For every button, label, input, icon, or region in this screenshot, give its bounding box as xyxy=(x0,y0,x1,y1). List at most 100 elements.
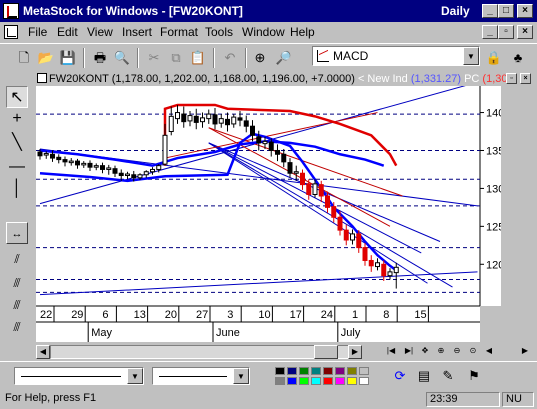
color-swatch[interactable] xyxy=(311,367,321,375)
edit-text-icon[interactable]: ✎ xyxy=(438,366,458,386)
vertical-line-tool-icon[interactable]: │ xyxy=(6,178,28,200)
line-style-select[interactable]: ▼ xyxy=(14,367,144,385)
open-folder-icon[interactable]: 📂 xyxy=(36,48,56,68)
maximize-button[interactable]: □ xyxy=(498,4,514,18)
menu-format[interactable]: Format xyxy=(160,25,198,39)
crosshair-icon[interactable]: ⊕ xyxy=(250,48,270,68)
color-swatch[interactable] xyxy=(323,367,333,375)
candle-body xyxy=(325,195,330,208)
candle-body xyxy=(175,112,180,120)
document-icon[interactable] xyxy=(4,25,18,39)
color-swatch[interactable] xyxy=(323,377,333,385)
chevron-down-icon[interactable]: ▼ xyxy=(463,47,479,65)
line-weight-select[interactable]: ▼ xyxy=(152,367,250,385)
status-bar: For Help, press F1 23:39 NU xyxy=(0,389,537,409)
menu-tools[interactable]: Tools xyxy=(205,25,233,39)
speed-resistance-tool-icon[interactable]: ⫻ xyxy=(6,272,28,294)
expert-icon[interactable]: ♣ xyxy=(508,48,528,68)
color-swatch[interactable] xyxy=(347,377,357,385)
menu-file[interactable]: File xyxy=(28,25,47,39)
menu-window[interactable]: Window xyxy=(242,25,285,39)
zoom-fit-icon[interactable]: ⊙ xyxy=(466,345,480,359)
candle-body xyxy=(356,233,362,249)
chevron-down-icon[interactable]: ▼ xyxy=(233,368,249,384)
title-bar: MetaStock for Windows - [FW20KONT] Daily… xyxy=(0,0,537,22)
color-swatch[interactable] xyxy=(359,377,369,385)
menu-help[interactable]: Help xyxy=(290,25,315,39)
chart-close-button[interactable]: × xyxy=(520,73,531,84)
refresh-icon[interactable]: ⟳ xyxy=(390,366,410,386)
child-restore-button[interactable]: ▫ xyxy=(498,25,514,39)
fibonacci-fan-tool-icon[interactable]: ⫽ xyxy=(6,248,28,270)
chart-window-icon[interactable] xyxy=(37,73,47,83)
copy-icon[interactable]: ⧉ xyxy=(166,48,186,68)
signal-icon[interactable]: ⚑ xyxy=(464,366,484,386)
color-swatch[interactable] xyxy=(311,377,321,385)
chart-scroll-right-icon[interactable]: ▶ xyxy=(518,345,532,359)
print-icon[interactable]: 🖶 xyxy=(90,48,110,68)
chart-scroll-left-icon[interactable]: ◀ xyxy=(482,345,496,359)
candle-body xyxy=(112,168,118,174)
color-swatch[interactable] xyxy=(359,367,369,375)
child-close-button[interactable]: × xyxy=(517,25,533,39)
scroll-begin-right-icon[interactable]: ▶| xyxy=(402,345,416,359)
undo-icon[interactable]: ↶ xyxy=(220,48,240,68)
fibonacci-arcs-tool-icon[interactable]: ⫻ xyxy=(6,316,28,338)
x-tick-label: 8 xyxy=(383,309,389,321)
color-swatch[interactable] xyxy=(275,377,285,385)
menu-insert[interactable]: Insert xyxy=(122,25,152,39)
color-swatch[interactable] xyxy=(335,377,345,385)
chart-restore-button[interactable]: ▫ xyxy=(506,73,517,84)
horizontal-line-tool-icon[interactable]: — xyxy=(6,156,28,178)
color-swatch[interactable] xyxy=(347,367,357,375)
scroll-end-left-icon[interactable]: |◀ xyxy=(384,345,398,359)
cycle-lines-tool-icon[interactable]: ↔ xyxy=(6,222,28,244)
indicator-select[interactable]: MACD ▼ xyxy=(312,46,480,66)
gann-fan-tool-icon[interactable]: ⫻ xyxy=(6,294,28,316)
scroll-thumb[interactable] xyxy=(314,345,338,359)
print-preview-icon[interactable]: 🔍 xyxy=(112,48,132,68)
child-minimize-button[interactable]: _ xyxy=(482,25,498,39)
menu-edit[interactable]: Edit xyxy=(57,25,78,39)
scroll-right-button[interactable]: ▶ xyxy=(348,345,362,359)
close-button[interactable]: × xyxy=(517,4,533,18)
scroll-left-button[interactable]: ◀ xyxy=(36,345,50,359)
candle-body xyxy=(225,118,230,126)
color-swatch[interactable] xyxy=(287,377,297,385)
save-icon[interactable]: 💾 xyxy=(58,48,78,68)
app-icon[interactable] xyxy=(3,3,19,19)
cut-icon[interactable]: ✂ xyxy=(144,48,164,68)
color-swatch[interactable] xyxy=(299,367,309,375)
color-swatch[interactable] xyxy=(299,377,309,385)
status-time: 23:39 xyxy=(426,392,500,407)
lock-icon[interactable]: 🔒 xyxy=(484,48,504,68)
candle-body xyxy=(37,151,43,157)
color-swatch[interactable] xyxy=(275,367,285,375)
zoom-icon[interactable]: 🔎 xyxy=(274,48,294,68)
candle-body xyxy=(56,156,62,161)
color-swatch[interactable] xyxy=(335,367,345,375)
horizontal-scrollbar[interactable]: ◀ ▶ |◀ ▶| ✥ ⊕ ⊖ ⊙ ◀ ▶ xyxy=(34,344,537,360)
paste-icon[interactable]: 📋 xyxy=(188,48,208,68)
candle-body xyxy=(262,140,268,145)
month-label: May xyxy=(91,327,112,339)
candle-body xyxy=(237,117,243,121)
template-icon[interactable]: ▤ xyxy=(414,366,434,386)
candle-body xyxy=(375,262,380,268)
y-tick-label: 1300 xyxy=(486,183,501,195)
color-palette[interactable] xyxy=(275,367,371,387)
pan-icon[interactable]: ✥ xyxy=(418,345,432,359)
minimize-button[interactable]: _ xyxy=(482,4,498,18)
new-icon[interactable]: 🗋 xyxy=(14,48,34,68)
crosshair-tool-icon[interactable]: + xyxy=(6,108,28,130)
zoom-in-icon[interactable]: ⊕ xyxy=(434,345,448,359)
zoom-out-icon[interactable]: ⊖ xyxy=(450,345,464,359)
menu-view[interactable]: View xyxy=(87,25,113,39)
chevron-down-icon[interactable]: ▼ xyxy=(127,368,143,384)
price-chart[interactable]: 1200 1250 1300 1350 1400 22 29 6 13 20 27 3 10 17 24 1 8… xyxy=(36,86,501,342)
pointer-tool-icon[interactable]: ↖ xyxy=(6,86,28,108)
color-swatch[interactable] xyxy=(287,367,297,375)
x-tick-label: 22 xyxy=(40,309,52,321)
trendline-tool-icon[interactable]: ╲ xyxy=(6,132,28,154)
x-tick-label: 13 xyxy=(134,309,146,321)
